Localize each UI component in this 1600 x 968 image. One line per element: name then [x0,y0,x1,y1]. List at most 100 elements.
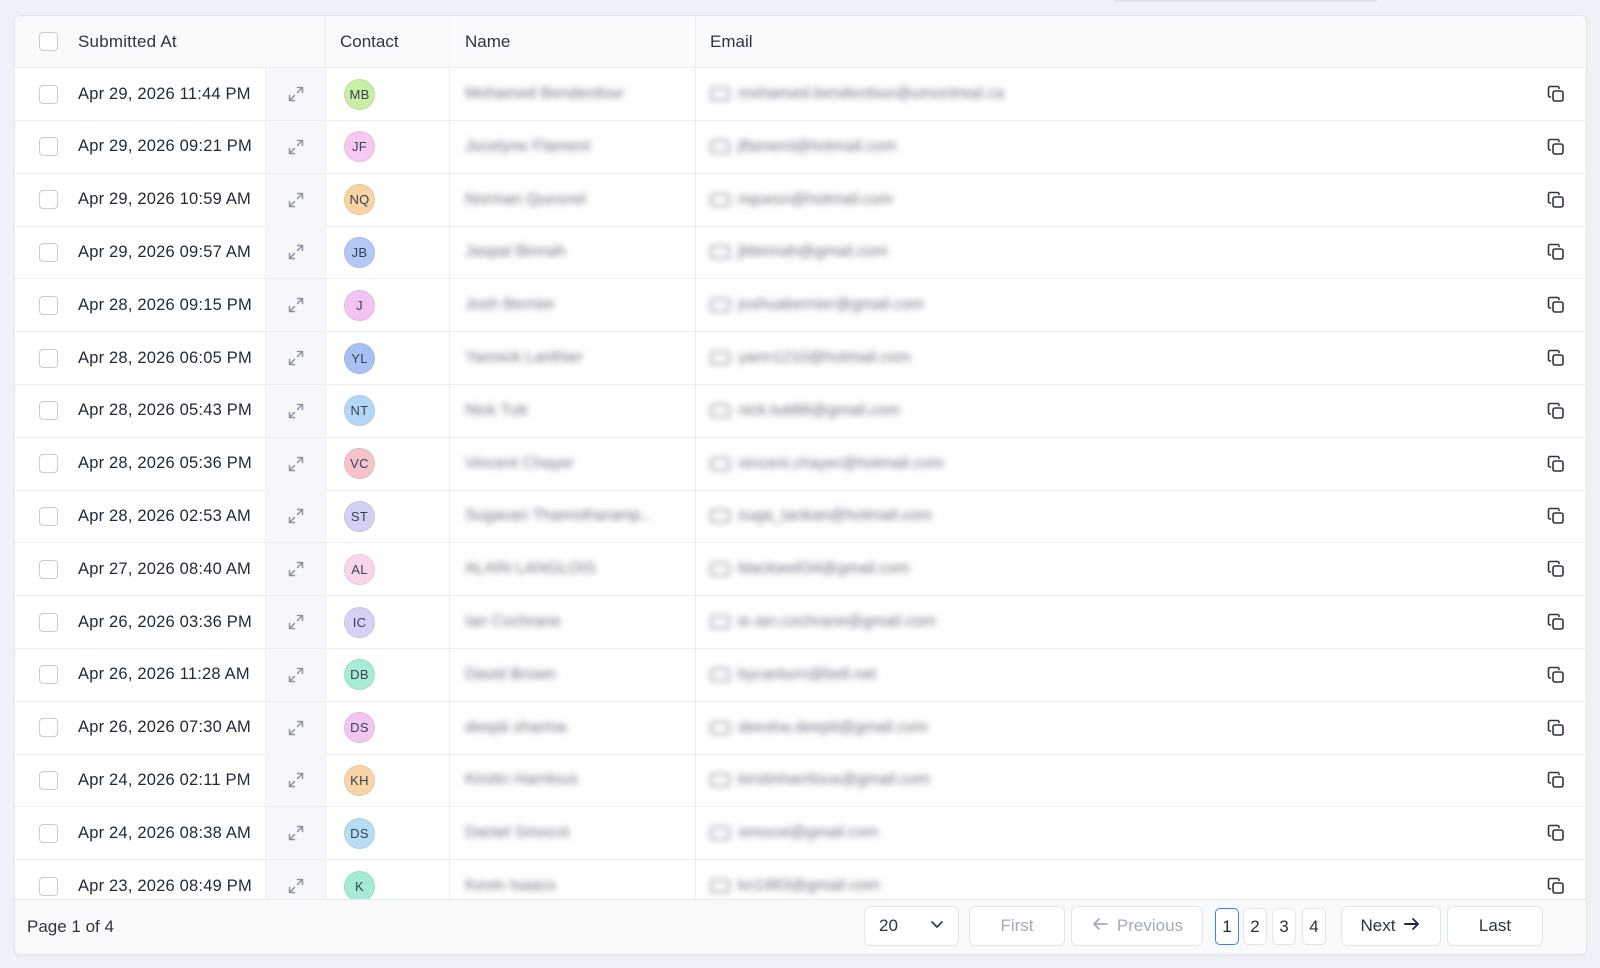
copy-email-button[interactable] [1536,596,1576,648]
row-checkbox[interactable] [38,84,58,104]
table-row[interactable]: Apr 24, 2026 02:11 PM KH Kirstin Harrilo… [15,754,1586,808]
expand-row-button[interactable] [265,437,325,490]
submitted-at-cell: Apr 27, 2026 08:40 AM [78,559,251,578]
table-row[interactable]: Apr 28, 2026 02:53 AM ST Sugavan Thamoth… [15,490,1586,544]
copy-email-button[interactable] [1536,279,1576,331]
expand-row-button[interactable] [265,860,325,901]
column-header-contact[interactable]: Contact [325,16,449,67]
row-select-cell [15,649,81,701]
table-row[interactable]: Apr 28, 2026 06:05 PM YL Yannick Lanthie… [15,332,1586,385]
copy-email-button[interactable] [1536,702,1576,754]
table-row[interactable]: Apr 27, 2026 08:40 AM AL ALAIN LANGLOIS … [15,543,1586,597]
row-checkbox[interactable] [38,242,58,262]
table-row[interactable]: Apr 26, 2026 03:36 PM IC Ian Cochrane ie… [15,596,1586,649]
row-checkbox[interactable] [38,190,58,210]
copy-icon [1546,612,1566,632]
copy-icon [1546,506,1566,526]
row-checkbox[interactable] [38,718,58,738]
row-checkbox[interactable] [38,665,58,685]
page-number-button[interactable]: 2 [1243,908,1267,945]
copy-email-button[interactable] [1536,649,1576,701]
expand-row-button[interactable] [265,384,325,437]
copy-email-button[interactable] [1536,226,1576,278]
copy-email-button[interactable] [1536,754,1576,806]
contact-cell: IC [325,596,449,648]
row-checkbox[interactable] [38,770,58,790]
expand-arrows-icon [287,613,305,631]
expand-row-button[interactable] [265,226,325,279]
contact-name: Josh Bernier [465,296,555,314]
page-number-button[interactable]: 1 [1215,908,1239,945]
table-row[interactable]: Apr 24, 2026 08:38 AM DS Daniel Smocot s… [15,807,1586,861]
expand-arrows-icon [287,824,305,842]
row-checkbox[interactable] [38,348,58,368]
row-checkbox[interactable] [38,401,58,421]
table-row[interactable]: Apr 28, 2026 05:43 PM NT Nick Tutt nick.… [15,384,1586,438]
column-header-name[interactable]: Name [449,16,695,67]
expand-row-button[interactable] [265,490,325,543]
expand-row-button[interactable] [265,648,325,701]
copy-email-button[interactable] [1536,807,1576,859]
page-number-button[interactable]: 3 [1272,908,1296,945]
expand-row-button[interactable] [265,754,325,807]
row-checkbox[interactable] [38,506,58,526]
previous-page-button[interactable]: Previous [1071,906,1203,946]
expand-row-button[interactable] [265,596,325,648]
expand-row-button[interactable] [265,173,325,226]
copy-email-button[interactable] [1536,860,1576,901]
copy-email-button[interactable] [1536,68,1576,120]
table-row[interactable]: Apr 26, 2026 11:28 AM DB David Brown byc… [15,648,1586,702]
copy-email-button[interactable] [1536,174,1576,226]
contact-name: Norman Quesnel [465,190,586,208]
copy-email-button[interactable] [1536,543,1576,595]
table-row[interactable]: Apr 23, 2026 08:49 PM K Kevin Isaacs kn1… [15,860,1586,901]
expand-row-button[interactable] [265,543,325,596]
copy-icon [1546,454,1566,474]
email-cell: deesha.deepti@gmail.com [695,701,1495,754]
expand-row-button[interactable] [265,701,325,754]
table-row[interactable]: Apr 29, 2026 09:21 PM JF Jocelyne Flamen… [15,120,1586,174]
copy-email-button[interactable] [1536,490,1576,542]
table-row[interactable]: Apr 28, 2026 09:15 PM J Josh Bernier jos… [15,279,1586,333]
table-row[interactable]: Apr 26, 2026 07:30 AM DS deepti sharma d… [15,701,1586,755]
table-row[interactable]: Apr 28, 2026 05:36 PM VC Vincent Chayer … [15,437,1586,491]
row-checkbox[interactable] [38,559,58,579]
expand-row-button[interactable] [265,279,325,332]
email-text: nquesn@hotmail.com [738,190,893,208]
table-row[interactable]: Apr 29, 2026 09:57 AM JB Jaspal Binnah j… [15,226,1586,280]
row-checkbox[interactable] [38,823,58,843]
name-cell: Ian Cochrane [449,596,695,648]
column-header-email[interactable]: Email [695,16,1495,67]
copy-icon [1546,665,1566,685]
row-checkbox[interactable] [38,295,58,315]
expand-row-button[interactable] [265,332,325,384]
select-all-checkbox[interactable] [38,32,58,51]
table-row[interactable]: Apr 29, 2026 11:44 PM MB Mohamed Benderd… [15,68,1586,121]
copy-email-button[interactable] [1536,385,1576,437]
page-number-button[interactable]: 4 [1302,908,1326,945]
row-checkbox[interactable] [38,876,58,896]
copy-email-button[interactable] [1536,121,1576,173]
row-checkbox[interactable] [38,137,58,157]
column-header-submitted-at[interactable]: Submitted At [78,16,325,67]
expand-row-button[interactable] [265,68,325,120]
submitted-at-cell: Apr 28, 2026 02:53 AM [78,506,251,525]
expand-row-button[interactable] [265,807,325,860]
table-row[interactable]: Apr 29, 2026 10:59 AM NQ Norman Quesnel … [15,173,1586,227]
copy-email-button[interactable] [1536,332,1576,384]
copy-icon [1546,401,1566,421]
email-cell: nquesn@hotmail.com [695,173,1495,226]
row-checkbox[interactable] [38,612,58,632]
page-size-select[interactable]: 20 [864,906,959,946]
last-page-button[interactable]: Last [1447,906,1543,946]
copy-icon [1546,295,1566,315]
email-text: jbbinnah@gmail.com [738,243,888,261]
email-text: smocot@gmail.com [738,824,879,842]
row-checkbox[interactable] [38,454,58,474]
expand-row-button[interactable] [265,120,325,173]
email-value: deesha.deepti@gmail.com [710,719,928,737]
first-page-button[interactable]: First [969,906,1065,946]
contact-cell: J [325,279,449,332]
next-page-button[interactable]: Next [1341,906,1441,946]
copy-email-button[interactable] [1536,438,1576,490]
